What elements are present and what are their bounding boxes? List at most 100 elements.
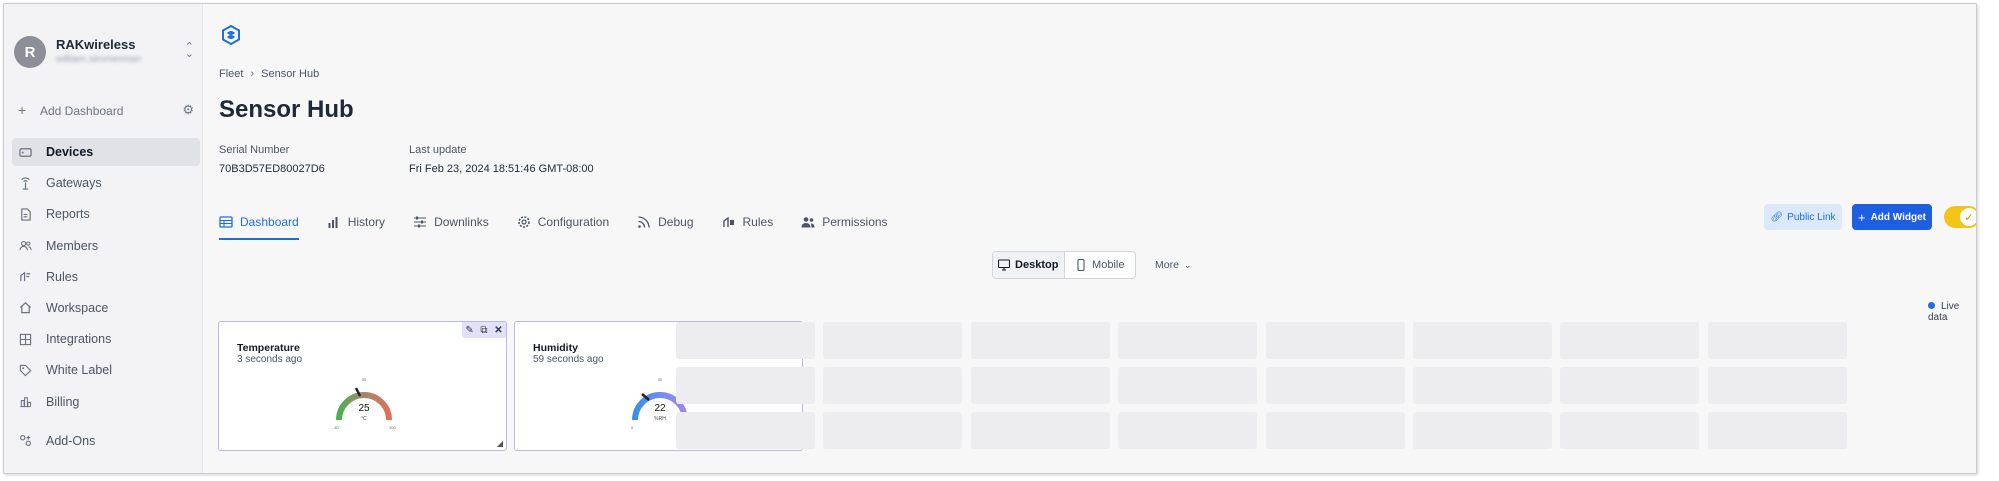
add-widget-button[interactable]: + Add Widget [1852,204,1932,230]
public-link-button[interactable]: 🔗︎ Public Link [1764,204,1842,230]
gauge-unit: %RH [654,416,666,422]
gauge-min: 0 [631,425,634,430]
tab-label: Configuration [537,215,610,229]
more-dropdown[interactable]: More ⌄ [1155,259,1191,271]
tab-debug[interactable]: Debug [637,204,694,240]
gauge-min: -40 [333,425,340,430]
close-icon[interactable]: ✕ [494,325,502,336]
sidebar-item-billing[interactable]: Billing [12,388,200,416]
account-name: RAKwireless [56,37,136,52]
sidebar-item-label: Members [46,238,99,253]
last-update-label: Last update [409,144,467,156]
sidebar-item-label: Gateways [46,176,102,191]
monitor-icon [998,259,1011,271]
brand-logo-icon[interactable] [220,24,242,46]
plus-icon: + [1857,209,1866,225]
temperature-widget[interactable]: ✎ ⧉ ✕ Temperature 3 seconds ago 25 °C -4… [218,321,507,451]
grid-placeholder-cell [1413,412,1552,449]
gauge-value: 22 [654,403,666,414]
sidebar-item-label: Devices [46,145,94,159]
sidebar-item-rules[interactable]: Rules [12,263,200,291]
check-icon: ✓ [1960,208,1976,226]
grid-placeholder-cell [1707,322,1847,359]
grid-placeholder-cell [1560,322,1700,359]
gear-icon[interactable]: ⚙ [182,102,194,118]
live-data-indicator: Live data [1928,301,1976,323]
grid-placeholder-cell [1707,412,1847,449]
gauge-value: 25 [358,403,370,414]
more-label: More [1155,259,1179,271]
tab-configuration[interactable]: Configuration [517,204,609,240]
widget-subtitle: 3 seconds ago [237,354,303,365]
gateway-icon [18,176,32,190]
mobile-view-button[interactable]: Mobile [1065,252,1136,278]
sidebar-item-gateways[interactable]: Gateways [12,169,200,197]
tab-downlinks[interactable]: Downlinks [413,204,489,240]
grid-placeholder-cell [823,322,963,359]
grid-placeholder-cell [970,367,1110,404]
gauge-unit: °C [361,416,367,422]
grid-placeholder-cell [676,412,815,449]
widget-toolbar: ✎ ⧉ ✕ [462,322,506,338]
add-dashboard[interactable]: + Add Dashboard ⚙ [18,102,194,120]
sidebar-nav: Devices Gateways Reports Members Rules W… [12,138,200,458]
account-switcher[interactable]: R RAKwireless william.simmerman ⌃ ⌄ [14,32,194,72]
tab-dashboard[interactable]: Dashboard [219,204,299,240]
account-email: william.simmerman [56,54,142,65]
main-content: Fleet › Sensor Hub Sensor Hub Serial Numbe… [204,4,1976,473]
serial-number-value: 70B3D57ED80027D6 [219,163,325,175]
tab-label: Debug [658,215,694,229]
sidebar-item-label: Billing [46,394,80,409]
edit-mode-toggle[interactable]: ✓ [1944,206,1976,228]
page-title: Sensor Hub [219,96,354,123]
edit-icon[interactable]: ✎ [465,325,473,336]
sidebar-item-add-ons[interactable]: Add-Ons [12,427,200,455]
gauge-mid: 30 [362,377,367,382]
tab-label: Rules [742,215,774,229]
sidebar-item-integrations[interactable]: Integrations [12,325,200,353]
mobile-label: Mobile [1092,259,1125,271]
breadcrumb-current: Sensor Hub [261,68,320,80]
tab-permissions[interactable]: Permissions [801,204,888,240]
rules-icon [18,270,32,284]
tab-rules[interactable]: Rules [722,204,774,240]
tab-label: Permissions [822,215,888,229]
plus-icon: + [18,102,27,118]
sidebar-item-label: White Label [46,363,113,378]
sidebar-item-members[interactable]: Members [12,232,200,260]
add-widget-label: Add Widget [1870,211,1927,223]
sidebar-item-label: Add-Ons [46,433,96,448]
sidebar-item-devices[interactable]: Devices [12,138,200,166]
desktop-label: Desktop [1015,259,1059,271]
users-icon [18,239,32,253]
billing-icon [18,395,32,409]
sidebar-item-white-label[interactable]: White Label [12,356,200,384]
sidebar-item-reports[interactable]: Reports [12,200,200,228]
tab-label: History [347,215,386,229]
chevron-updown-icon: ⌃ ⌄ [184,41,194,60]
home-icon [18,301,32,315]
table-icon [219,215,233,229]
grid-placeholder-cell [823,412,963,449]
addons-icon [18,434,32,448]
devices-icon [18,145,32,159]
copy-icon[interactable]: ⧉ [480,325,487,336]
sidebar-item-label: Workspace [46,300,109,315]
tab-history[interactable]: History [327,204,385,240]
last-update-value: Fri Feb 23, 2024 18:51:46 GMT-08:00 [409,163,594,175]
grid-placeholder-cell [1118,412,1258,449]
widget-subtitle: 59 seconds ago [533,354,604,365]
desktop-view-button[interactable]: Desktop [993,252,1065,278]
gauge-max: 100 [389,425,396,430]
app-window: R RAKwireless william.simmerman ⌃ ⌄ + Add… [3,3,1977,474]
breadcrumb-fleet[interactable]: Fleet [219,68,243,80]
chevron-down-icon: ⌄ [1183,260,1192,270]
phone-icon [1075,259,1087,271]
grid-placeholder-cell [1560,367,1700,404]
grid-placeholder-cell [970,412,1110,449]
gear-icon [517,215,531,229]
sidebar-item-workspace[interactable]: Workspace [12,294,200,322]
tag-icon [18,363,32,377]
resize-handle-icon[interactable]: ◢ [497,439,503,448]
grid-placeholder-cell [1118,322,1258,359]
